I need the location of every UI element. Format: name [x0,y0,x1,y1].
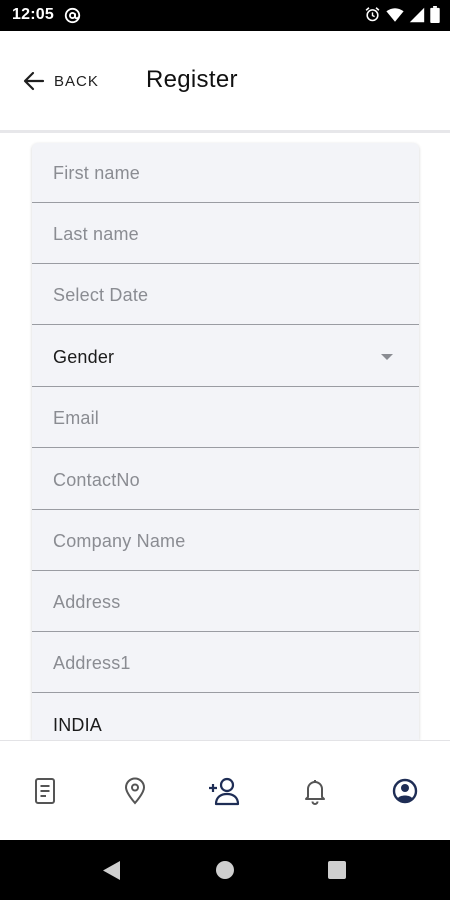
home-circle-icon[interactable] [215,860,235,880]
bottom-nav [0,740,450,840]
last-name-field[interactable]: Last name [32,204,419,264]
back-button[interactable]: BACK [22,66,99,96]
address1-placeholder: Address1 [53,653,131,673]
document-icon [35,778,55,804]
first-name-placeholder: First name [53,163,141,183]
gender-dropdown[interactable]: Gender [32,327,419,387]
signal-icon [409,7,425,22]
status-time: 12:05 [12,6,54,23]
page-title: Register [146,66,238,93]
battery-icon [430,6,440,23]
system-nav-bar [0,840,450,900]
bell-icon [305,780,325,805]
gender-value: Gender [53,347,115,367]
address1-field[interactable]: Address1 [32,633,419,693]
location-pin-icon [124,777,146,805]
date-placeholder: Select Date [53,285,149,305]
recents-square-icon[interactable] [328,861,346,879]
email-placeholder: Email [53,408,100,428]
dropdown-arrow-icon [381,354,393,360]
nav-item-account[interactable] [389,775,421,807]
date-field[interactable]: Select Date [32,265,419,325]
nav-item-documents[interactable] [29,775,61,807]
company-name-placeholder: Company Name [53,531,186,551]
registration-form: First name Last name Select Date Gender … [32,143,419,740]
alarm-icon [365,7,380,22]
add-user-icon [209,777,240,806]
back-triangle-icon[interactable] [102,860,122,881]
nav-item-add-user[interactable] [208,775,240,807]
arrow-left-icon [23,71,45,91]
country-value: INDIA [53,715,103,735]
contact-no-placeholder: ContactNo [53,470,140,490]
header-divider [0,130,450,133]
first-name-field[interactable]: First name [32,143,419,203]
country-field[interactable]: INDIA [32,695,419,740]
address-field[interactable]: Address [32,572,419,632]
nav-item-notifications[interactable] [299,775,331,807]
account-circle-icon [392,778,418,804]
address-placeholder: Address [53,592,121,612]
last-name-placeholder: Last name [53,224,139,244]
wifi-icon [386,7,404,22]
back-label: BACK [54,72,99,90]
nav-item-location[interactable] [119,775,151,807]
contact-no-field[interactable]: ContactNo [32,450,419,510]
company-name-field[interactable]: Company Name [32,511,419,571]
email-field[interactable]: Email [32,388,419,448]
at-sign-icon [64,7,81,24]
status-bar: 12:05 [0,0,450,31]
